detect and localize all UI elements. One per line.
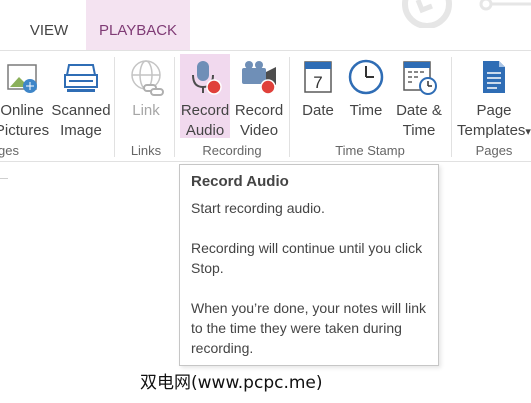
time-button[interactable]: Time (344, 54, 388, 138)
page-templates-label-text: Templates (457, 122, 526, 139)
record-video-label-1: Record (234, 102, 284, 119)
page-templates-label-1: Page (476, 102, 512, 119)
ribbon-tab-bar: VIEW PLAYBACK (0, 0, 531, 50)
date-time-label-2: Time (402, 122, 436, 139)
calendar-icon: 7 (304, 61, 332, 93)
chevron-down-icon: ▾ (525, 126, 531, 138)
back-arrow-icon (402, 0, 531, 28)
ribbon: Online Pictures Scanned Image ges Link L… (0, 50, 531, 162)
online-pictures-label-2: Pictures (0, 122, 50, 139)
group-separator (114, 57, 115, 157)
calendar-clock-icon (403, 61, 437, 95)
scanner-icon (64, 64, 98, 92)
svg-text:7: 7 (313, 73, 322, 92)
video-camera-icon (242, 61, 276, 95)
group-label-time-stamp: Time Stamp (335, 143, 405, 158)
scanned-image-label-2: Image (60, 122, 102, 139)
page-template-icon (483, 61, 505, 93)
date-time-button[interactable]: Date & Time (394, 54, 444, 139)
scanned-image-label-1: Scanned (51, 102, 111, 119)
page-edge-line (0, 178, 8, 179)
date-time-label-1: Date & (396, 102, 442, 119)
tooltip-title: Record Audio (191, 173, 289, 190)
page-templates-label-2: Templates▾ (456, 121, 531, 142)
group-label-pages: Pages (475, 143, 513, 158)
scanned-image-button[interactable]: Scanned Image (51, 54, 111, 139)
link-label: Link (132, 102, 160, 119)
group-label-links: Links (130, 143, 162, 158)
date-button[interactable]: 7 Date (296, 54, 340, 138)
microphone-icon (192, 61, 222, 95)
record-audio-label-1: Record (180, 102, 230, 119)
watermark-text: 双电网(www.pcpc.me) (140, 373, 323, 393)
link-button[interactable]: Link (124, 54, 168, 138)
clock-icon (348, 59, 384, 95)
record-video-button[interactable]: Record Video (234, 54, 284, 139)
online-pictures-button[interactable]: Online Pictures (0, 54, 49, 139)
record-audio-label-2: Audio (185, 122, 225, 139)
online-pictures-icon (7, 64, 37, 93)
page-templates-button[interactable]: Page Templates▾ (457, 54, 531, 139)
tooltip-line-2: Recording will continue until you click … (191, 240, 423, 276)
group-label-recording: Recording (202, 143, 262, 158)
online-pictures-label-1: Online (0, 102, 44, 119)
tooltip-line-1: Start recording audio. (191, 200, 325, 216)
group-separator (451, 57, 452, 157)
tooltip-line-3: When you’re done, your notes will link t… (191, 300, 427, 356)
record-video-label-2: Video (239, 122, 279, 139)
record-audio-button[interactable]: Record Audio (180, 54, 230, 139)
time-label: Time (349, 102, 383, 119)
link-globe-icon (131, 60, 164, 96)
tab-playback[interactable]: PLAYBACK (86, 0, 190, 50)
record-audio-tooltip: Record Audio Start recording audio. Reco… (179, 164, 439, 366)
group-label-images: ges (0, 143, 19, 158)
tab-view[interactable]: VIEW (14, 0, 84, 50)
